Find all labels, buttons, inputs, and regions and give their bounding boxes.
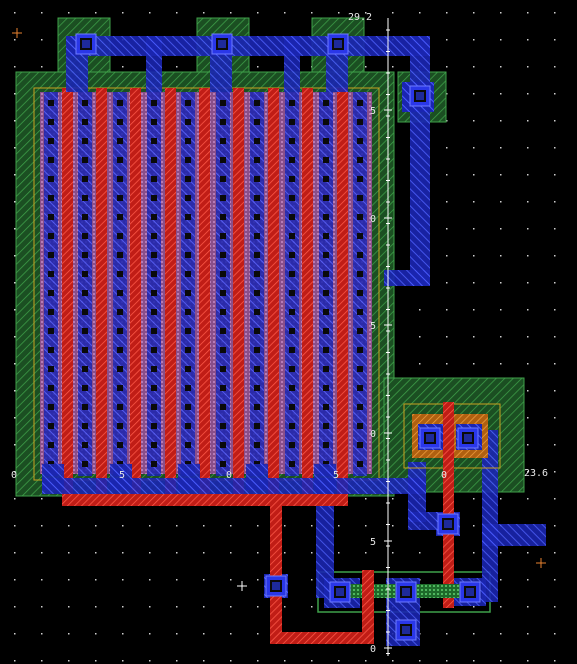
poly-gate-finger — [96, 88, 107, 506]
metal1-strip — [44, 92, 58, 476]
metal1-strip — [216, 92, 230, 476]
via-contact — [211, 33, 233, 55]
via-contact — [327, 33, 349, 55]
metal1-strip — [250, 92, 264, 476]
metal1-strip — [113, 92, 127, 476]
via-contact — [419, 427, 441, 449]
poly-layer — [62, 88, 348, 506]
metal1-strip — [181, 92, 195, 476]
svg-text:5: 5 — [370, 537, 376, 548]
poly-gate-finger — [199, 88, 210, 506]
ruler-top-coord: 29.2 — [348, 12, 372, 23]
svg-text:5: 5 — [333, 470, 339, 481]
svg-text:5: 5 — [370, 321, 376, 332]
svg-text:0: 0 — [370, 429, 376, 440]
via-contact — [409, 85, 431, 107]
via-contact — [75, 33, 97, 55]
via-contact — [459, 581, 481, 603]
via-contact — [437, 513, 459, 535]
svg-text:0: 0 — [370, 214, 376, 225]
svg-text:0: 0 — [441, 470, 447, 481]
metal1-strip — [285, 92, 299, 476]
poly-gate-finger — [130, 88, 141, 506]
metal1-strip — [319, 92, 333, 476]
via-contact — [329, 581, 351, 603]
via-contact — [395, 581, 417, 603]
via-contact — [265, 575, 287, 597]
svg-text:5: 5 — [370, 106, 376, 117]
poly-gate-finger — [268, 88, 279, 506]
svg-text:5: 5 — [119, 470, 125, 481]
via-contact — [457, 427, 479, 449]
poly-gate-finger — [233, 88, 244, 506]
poly-gate-finger — [337, 88, 348, 506]
metal1-strip — [78, 92, 92, 476]
ruler-right-coord: 23.6 — [524, 468, 548, 479]
svg-text:0: 0 — [226, 470, 232, 481]
poly-gate-finger — [165, 88, 176, 506]
layout-canvas[interactable]: 5 0 5 0 5 0 0 5 0 5 0 29.2 23.6 — [0, 0, 577, 664]
svg-text:0: 0 — [370, 644, 376, 655]
poly-gate-finger — [302, 88, 313, 506]
svg-text:0: 0 — [11, 470, 17, 481]
via-contact — [395, 619, 417, 641]
metal1-strip — [147, 92, 161, 476]
poly-gate-finger — [62, 88, 73, 506]
metal1-strip — [353, 92, 367, 476]
